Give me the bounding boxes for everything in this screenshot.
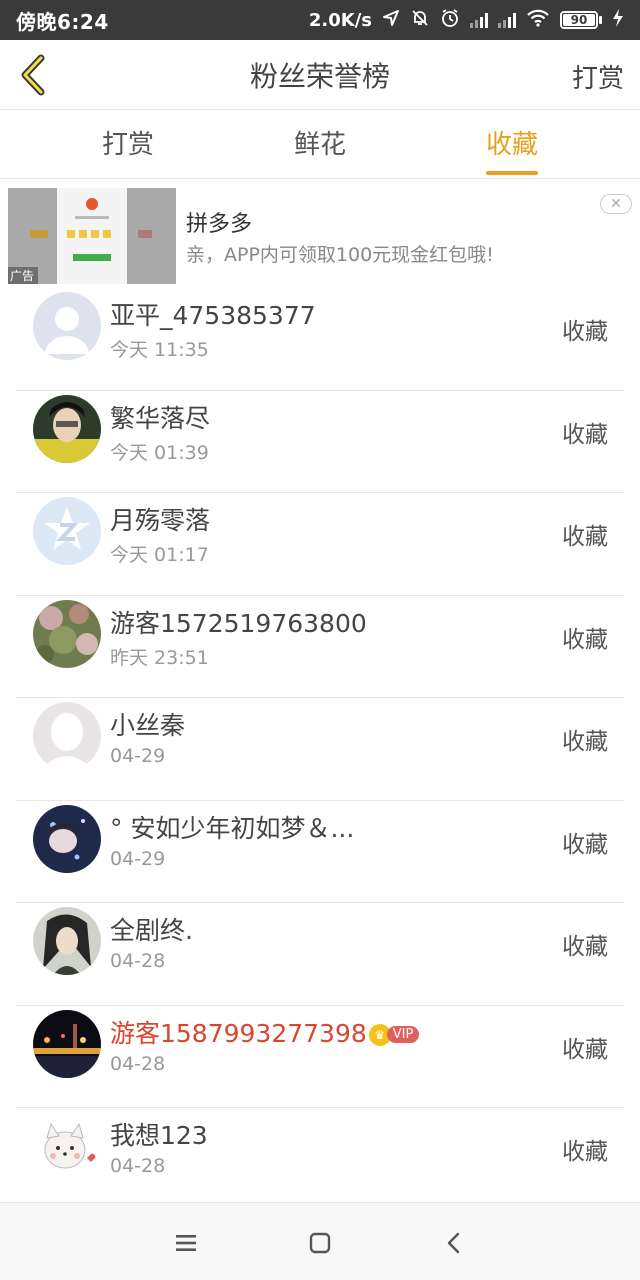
avatar <box>33 599 101 668</box>
action-label: 收藏 <box>562 1139 608 1165</box>
timestamp: 今天 01:39 <box>110 441 209 464</box>
active-tab-indicator <box>486 171 538 175</box>
vip-badge: ♛ VIP <box>368 1023 420 1046</box>
status-icons: 2.0K/s 90 <box>309 8 624 33</box>
action-label: 收藏 <box>562 319 608 345</box>
tab-flowers[interactable]: 鲜花 <box>260 111 380 179</box>
signal-icon <box>498 12 516 28</box>
avatar <box>33 497 101 565</box>
timestamp: 04-28 <box>110 1052 166 1075</box>
battery-icon: 90 <box>560 11 602 29</box>
avatar <box>33 1112 101 1180</box>
action-label: 收藏 <box>562 626 608 653</box>
action-label: 收藏 <box>562 1036 608 1063</box>
chevron-left-icon <box>21 54 45 96</box>
action-label: 收藏 <box>562 934 608 960</box>
battery-level: 90 <box>563 13 595 27</box>
page-title: 粉丝荣誉榜 <box>249 59 390 93</box>
list-item[interactable]: 繁华落尽 今天 01:39 收藏 <box>16 391 624 493</box>
back-icon[interactable] <box>440 1229 468 1257</box>
action-label: 收藏 <box>562 524 608 550</box>
avatar <box>33 907 101 975</box>
alarm-icon <box>440 8 460 33</box>
user-name: 亚平_475385377 <box>110 301 316 330</box>
avatar <box>33 804 101 873</box>
menu-icon[interactable] <box>172 1229 200 1257</box>
ad-description: 亲，APP内可领取100元现金红包哦! <box>186 244 494 266</box>
avatar <box>33 702 101 770</box>
avatar <box>33 1009 101 1078</box>
timestamp: 今天 11:35 <box>110 339 209 361</box>
wifi-icon <box>526 9 550 32</box>
user-name: 小丝秦 <box>110 711 186 740</box>
timestamp: 今天 01:17 <box>110 544 209 566</box>
list-item[interactable]: 游客1572519763800 昨天 23:51 收藏 <box>16 596 624 698</box>
list-item[interactable]: 全剧终. 04-28 收藏 <box>16 903 624 1006</box>
tab-favorites[interactable]: 收藏 <box>452 111 572 179</box>
user-name: ° 安如少年初如梦＆... <box>110 813 355 843</box>
user-name: 我想123 <box>110 1121 208 1150</box>
action-label: 收藏 <box>562 729 608 755</box>
status-time: 傍晚6:24 <box>16 9 109 34</box>
list-item[interactable]: ° 安如少年初如梦＆... 04-29 收藏 <box>16 801 624 903</box>
fan-list: 亚平_475385377 今天 11:35 收藏 繁华落尽 今天 01:39 收… <box>16 288 624 1211</box>
action-label: 收藏 <box>562 831 608 858</box>
ad-tag: 广告 <box>8 267 39 284</box>
action-label: 收藏 <box>562 421 608 448</box>
list-item[interactable]: 小丝秦 04-29 收藏 <box>16 698 624 801</box>
home-icon[interactable] <box>306 1229 334 1257</box>
mute-bell-icon <box>410 8 430 33</box>
user-name: 游客1587993277398 ♛ VIP <box>110 1014 420 1050</box>
ad-title: 拼多多 <box>186 212 253 237</box>
user-name: 月殇零落 <box>110 506 211 535</box>
user-name: 游客1572519763800 <box>110 608 367 638</box>
tab-reward[interactable]: 打赏 <box>68 111 188 179</box>
timestamp: 04-29 <box>110 847 166 870</box>
reward-button[interactable]: 打赏 <box>572 58 624 95</box>
timestamp: 04-28 <box>110 1155 166 1177</box>
ad-banner[interactable]: 广告 拼多多 亲，APP内可领取100元现金红包哦! ✕ <box>0 180 640 288</box>
avatar <box>33 394 101 463</box>
ad-thumbnail: 广告 <box>8 188 176 284</box>
location-icon <box>382 9 400 32</box>
header: 粉丝荣誉榜 打赏 <box>0 40 640 110</box>
list-item[interactable]: 亚平_475385377 今天 11:35 收藏 <box>16 288 624 391</box>
user-name: 繁华落尽 <box>110 403 211 433</box>
system-nav-bar <box>0 1202 640 1280</box>
network-speed: 2.0K/s <box>308 9 372 31</box>
timestamp: 04-29 <box>110 745 166 767</box>
avatar <box>33 292 101 360</box>
list-item[interactable]: 我想123 04-28 收藏 <box>16 1108 624 1211</box>
back-button[interactable] <box>12 52 52 98</box>
vip-label: VIP <box>386 1026 420 1043</box>
list-item[interactable]: 游客1587993277398 ♛ VIP 04-28 收藏 <box>16 1006 624 1108</box>
tab-bar: 打赏 鲜花 收藏 <box>0 111 640 179</box>
tab-favorites-label: 收藏 <box>485 130 538 160</box>
status-bar: 傍晚6:24 2.0K/s 90 <box>0 0 640 40</box>
charging-icon <box>612 8 624 32</box>
user-name: 全剧终. <box>110 916 193 945</box>
timestamp: 04-28 <box>110 950 166 972</box>
list-item[interactable]: 月殇零落 今天 01:17 收藏 <box>16 493 624 596</box>
timestamp: 昨天 23:51 <box>110 646 209 669</box>
close-icon[interactable]: ✕ <box>600 194 632 214</box>
user-name-text: 游客1587993277398 <box>110 1018 367 1048</box>
signal-icon <box>470 12 488 28</box>
